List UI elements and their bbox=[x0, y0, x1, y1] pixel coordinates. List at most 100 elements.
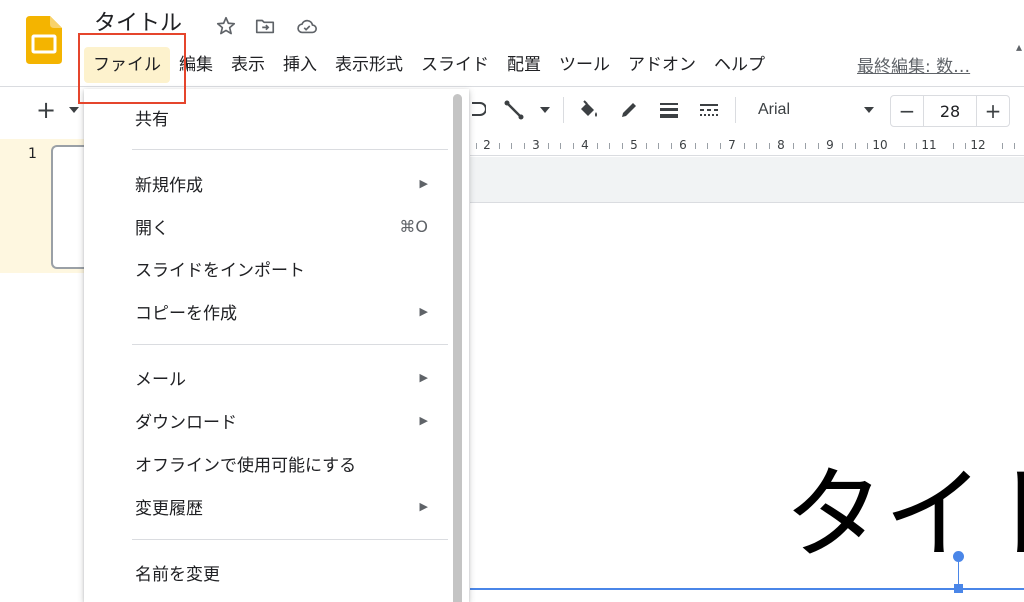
ruler-tick bbox=[842, 143, 843, 149]
ruler-tick bbox=[622, 143, 623, 149]
menu-edit[interactable]: 編集 bbox=[170, 47, 222, 83]
menu-item-label: オフラインで使用可能にする bbox=[135, 455, 357, 476]
cloud-status-icon[interactable] bbox=[295, 14, 319, 38]
file-menu-item-rename[interactable]: 名前を変更 bbox=[84, 552, 454, 592]
horizontal-ruler[interactable]: 2 3 4 5 6 7 8 9 10 11 12 bbox=[470, 136, 1024, 156]
selected-text-box-border bbox=[470, 588, 1024, 590]
border-weight-icon[interactable] bbox=[657, 98, 681, 122]
slides-logo-icon[interactable] bbox=[26, 16, 62, 64]
ruler-tick bbox=[904, 143, 905, 149]
ruler-tick bbox=[560, 143, 561, 149]
ruler-tick bbox=[609, 143, 610, 149]
menu-separator bbox=[132, 344, 448, 345]
ruler-tick bbox=[511, 143, 512, 149]
menu-item-label: ダウンロード bbox=[135, 412, 237, 433]
rotate-handle[interactable] bbox=[953, 551, 964, 562]
menu-view[interactable]: 表示 bbox=[222, 47, 274, 83]
ruler-tick bbox=[707, 143, 708, 149]
menu-tools[interactable]: ツール bbox=[550, 47, 619, 83]
menu-separator bbox=[132, 149, 448, 150]
star-icon[interactable] bbox=[214, 14, 238, 38]
file-menu-item-make-offline[interactable]: オフラインで使用可能にする bbox=[84, 443, 454, 483]
menu-addons[interactable]: アドオン bbox=[619, 47, 705, 83]
border-color-icon[interactable] bbox=[617, 98, 641, 122]
menu-item-label: 開く bbox=[135, 218, 169, 239]
ruler-label: 9 bbox=[826, 138, 834, 152]
document-title[interactable]: タイトル bbox=[94, 9, 182, 39]
file-menu-item-import-slides[interactable]: スライドをインポート bbox=[84, 248, 454, 288]
ruler-tick bbox=[1014, 143, 1015, 149]
last-edit-link[interactable]: 最終編集: 数… bbox=[857, 52, 970, 77]
toolbar-separator bbox=[735, 97, 736, 123]
ruler-tick bbox=[499, 143, 500, 149]
dropdown-arrow-icon[interactable] bbox=[64, 100, 84, 120]
submenu-arrow-icon: ▶ bbox=[419, 370, 428, 384]
ruler-label: 7 bbox=[728, 138, 736, 152]
ruler-tick bbox=[793, 143, 794, 149]
ruler-tick bbox=[1002, 143, 1003, 149]
menu-item-label: メール bbox=[135, 369, 186, 390]
menu-scrollbar[interactable] bbox=[453, 94, 462, 602]
menu-arrange[interactable]: 配置 bbox=[498, 47, 550, 83]
font-family-select[interactable]: Arial bbox=[748, 96, 880, 124]
file-menu-item-download[interactable]: ダウンロード ▶ bbox=[84, 400, 454, 440]
menu-item-label: コピーを作成 bbox=[135, 303, 237, 324]
menu-format[interactable]: 表示形式 bbox=[326, 47, 412, 83]
add-icon[interactable]: + bbox=[34, 96, 58, 124]
file-menu-item-email[interactable]: メール ▶ bbox=[84, 357, 454, 397]
menu-item-label: スライドをインポート bbox=[135, 260, 305, 281]
ruler-tick bbox=[695, 143, 696, 149]
ruler-tick bbox=[597, 143, 598, 149]
submenu-arrow-icon: ▶ bbox=[419, 304, 428, 318]
file-menu-item-new[interactable]: 新規作成 ▶ bbox=[84, 163, 454, 203]
line-icon[interactable] bbox=[502, 98, 526, 122]
border-dash-icon[interactable] bbox=[697, 98, 721, 122]
file-menu-item-version-history[interactable]: 変更履歴 ▶ bbox=[84, 486, 454, 526]
shape-icon[interactable] bbox=[472, 98, 486, 122]
ruler-tick bbox=[769, 143, 770, 149]
ruler-label: 11 bbox=[921, 138, 937, 152]
resize-handle[interactable] bbox=[954, 584, 963, 593]
slide-title-text[interactable]: タイト bbox=[784, 455, 1024, 575]
increase-font-size-button[interactable]: + bbox=[977, 96, 1009, 126]
submenu-arrow-icon: ▶ bbox=[419, 499, 428, 513]
ruler-tick bbox=[646, 143, 647, 149]
ruler-tick bbox=[805, 143, 806, 149]
font-size-input[interactable]: 28 bbox=[923, 96, 977, 126]
ruler-tick bbox=[671, 143, 672, 149]
ruler-tick bbox=[720, 143, 721, 149]
ruler-tick bbox=[916, 143, 917, 149]
ruler-label: 6 bbox=[679, 138, 687, 152]
ruler-tick bbox=[965, 143, 966, 149]
file-menu-item-open[interactable]: 開く ⌘O bbox=[84, 206, 454, 246]
ruler-label: 12 bbox=[970, 138, 986, 152]
menu-item-label: 名前を変更 bbox=[135, 564, 220, 585]
menu-insert[interactable]: 挿入 bbox=[274, 47, 326, 83]
ruler-tick bbox=[744, 143, 745, 149]
menu-item-shortcut: ⌘O bbox=[399, 216, 428, 236]
ruler-label: 8 bbox=[777, 138, 785, 152]
ruler-tick bbox=[658, 143, 659, 149]
menu-slide[interactable]: スライド bbox=[412, 47, 498, 83]
ruler-label: 10 bbox=[872, 138, 888, 152]
move-to-folder-icon[interactable] bbox=[253, 14, 277, 38]
decrease-font-size-button[interactable]: − bbox=[891, 96, 923, 126]
fill-color-icon[interactable] bbox=[576, 98, 600, 122]
file-menu-item-share[interactable]: 共有 bbox=[84, 97, 454, 137]
ruler-tick bbox=[524, 143, 525, 149]
menu-item-label: 新規作成 bbox=[135, 175, 203, 196]
ruler-tick bbox=[756, 143, 757, 149]
ruler-tick bbox=[476, 143, 477, 149]
slide-number: 1 bbox=[28, 146, 37, 162]
file-menu-item-make-copy[interactable]: コピーを作成 ▶ bbox=[84, 291, 454, 331]
font-dropdown-icon bbox=[864, 107, 874, 113]
menu-help[interactable]: ヘルプ bbox=[705, 47, 774, 83]
ruler-label: 2 bbox=[483, 138, 491, 152]
menu-file[interactable]: ファイル bbox=[84, 47, 170, 83]
ruler-label: 5 bbox=[630, 138, 638, 152]
menu-separator bbox=[132, 539, 448, 540]
file-menu-dropdown: 共有 新規作成 ▶ 開く ⌘O スライドをインポート コピーを作成 ▶ メール … bbox=[84, 89, 469, 602]
line-dropdown-icon[interactable] bbox=[536, 100, 554, 120]
ruler-tick bbox=[818, 143, 819, 149]
menu-bar: ファイル 編集 表示 挿入 表示形式 スライド 配置 ツール アドオン ヘルプ bbox=[84, 47, 774, 83]
